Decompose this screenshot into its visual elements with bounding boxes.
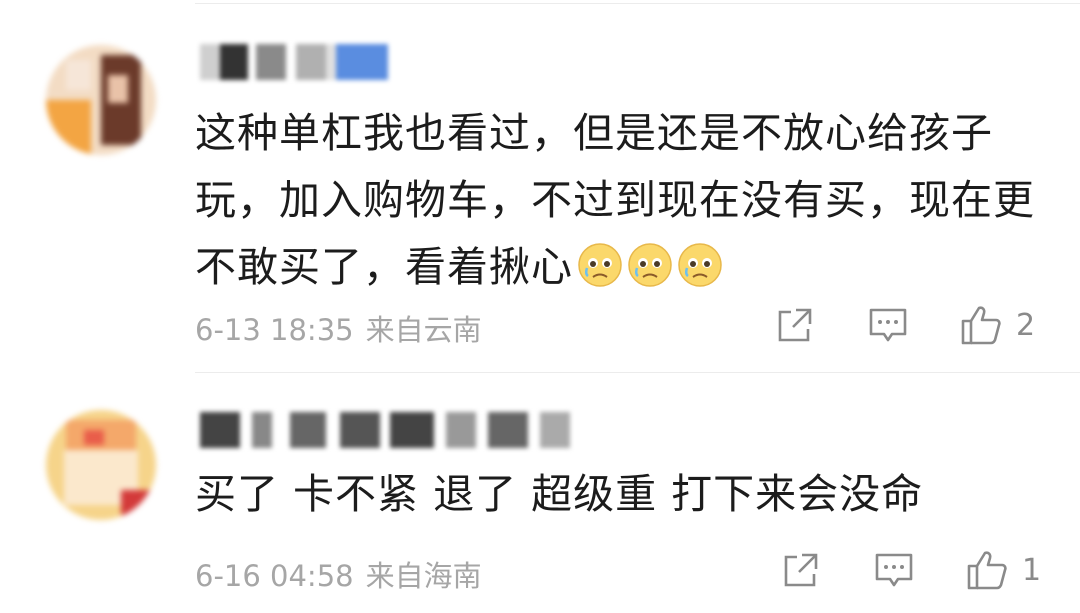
comment-date: 6-13 18:35 xyxy=(195,313,354,347)
reply-button[interactable] xyxy=(874,551,914,591)
like-count: 2 xyxy=(1016,307,1036,343)
top-divider xyxy=(195,3,1080,4)
crying-face-icon xyxy=(578,243,622,287)
share-button[interactable] xyxy=(776,306,814,344)
comment-meta: 6-16 04:58 来自海南 xyxy=(195,553,494,595)
like-icon xyxy=(967,551,1007,590)
comment-icon xyxy=(869,308,907,342)
like-icon xyxy=(961,306,1001,345)
share-button[interactable] xyxy=(782,551,820,589)
comment-text: 这种单杠我也看过，但是还是不放心给孩子玩，加入购物车，不过到现在没有买，现在更不… xyxy=(195,100,1035,301)
crying-face-icon xyxy=(678,243,722,287)
reply-button[interactable] xyxy=(868,306,908,346)
share-icon xyxy=(778,308,812,342)
crying-face-icon xyxy=(628,243,672,287)
comment-date: 6-16 04:58 xyxy=(195,559,354,593)
username-blurred[interactable] xyxy=(200,412,590,448)
comment-divider xyxy=(195,372,1080,373)
comment-meta: 6-13 18:35 来自云南 xyxy=(195,307,494,349)
avatar[interactable] xyxy=(46,410,156,520)
comment-location: 来自云南 xyxy=(365,313,482,347)
comment-location: 来自海南 xyxy=(365,559,482,593)
comment-icon xyxy=(875,553,913,587)
like-button[interactable]: 2 xyxy=(960,304,1035,346)
avatar[interactable] xyxy=(46,45,156,155)
like-button[interactable]: 1 xyxy=(966,549,1041,591)
like-count: 1 xyxy=(1022,552,1042,588)
comment-text-body: 买了 卡不紧 退了 超级重 打下来会没命 xyxy=(195,470,924,518)
share-icon xyxy=(784,553,818,587)
username-blurred[interactable] xyxy=(200,44,400,80)
comment-text: 买了 卡不紧 退了 超级重 打下来会没命 xyxy=(195,461,1035,528)
